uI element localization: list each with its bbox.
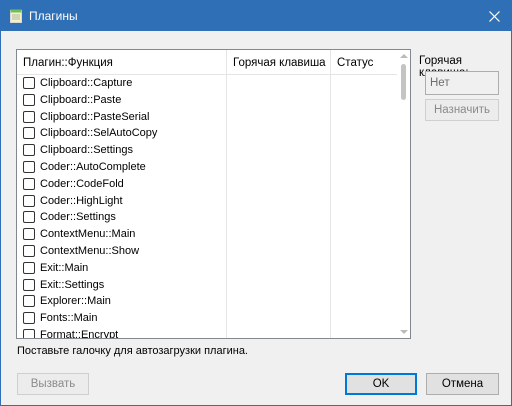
plugin-function-name: Clipboard::Paste xyxy=(40,93,122,106)
autoload-checkbox[interactable] xyxy=(23,110,35,123)
list-item[interactable]: Coder::CodeFold xyxy=(17,176,397,193)
autoload-checkbox[interactable] xyxy=(23,194,35,207)
list-header: Плагин::Функция Горячая клавиша Статус xyxy=(17,50,397,74)
plugin-function-name: Coder::CodeFold xyxy=(40,177,124,190)
plugin-function-name: ContextMenu::Main xyxy=(40,228,136,241)
cancel-button[interactable]: Отмена xyxy=(426,373,499,395)
column-header-plugin[interactable]: Плагин::Функция xyxy=(17,50,226,74)
list-item[interactable]: Explorer::Main xyxy=(17,293,397,310)
hotkey-field[interactable]: Нет xyxy=(425,71,499,95)
list-item[interactable]: Format::Encrypt xyxy=(17,327,397,339)
dialog-body: Плагин::Функция Горячая клавиша Статус C… xyxy=(1,31,511,405)
scroll-down-icon[interactable] xyxy=(400,330,408,334)
autoload-hint: Поставьте галочку для автозагрузки плаги… xyxy=(17,345,248,357)
notepad-icon xyxy=(10,9,22,23)
plugin-function-name: Explorer::Main xyxy=(40,295,111,308)
column-header-status[interactable]: Статус xyxy=(331,50,397,74)
plugin-function-name: Exit::Settings xyxy=(40,278,105,291)
plugin-function-name: Format::Encrypt xyxy=(40,328,119,339)
autoload-checkbox[interactable] xyxy=(23,295,35,308)
plugin-function-name: Coder::AutoComplete xyxy=(40,160,146,173)
column-header-hotkey[interactable]: Горячая клавиша xyxy=(227,50,330,74)
list-item[interactable]: ContextMenu::Show xyxy=(17,243,397,260)
autoload-checkbox[interactable] xyxy=(23,278,35,291)
autoload-checkbox[interactable] xyxy=(23,211,35,224)
title-bar: Плагины xyxy=(1,1,511,31)
autoload-checkbox[interactable] xyxy=(23,312,35,325)
autoload-checkbox[interactable] xyxy=(23,244,35,257)
vertical-scrollbar[interactable] xyxy=(397,50,410,338)
list-item[interactable]: Coder::HighLight xyxy=(17,193,397,210)
list-item[interactable]: Exit::Main xyxy=(17,260,397,277)
plugin-function-name: Clipboard::Capture xyxy=(40,77,133,89)
list-item[interactable]: Clipboard::Capture xyxy=(17,75,397,92)
plugin-function-name: Clipboard::PasteSerial xyxy=(40,110,150,123)
list-item[interactable]: Coder::Settings xyxy=(17,209,397,226)
autoload-checkbox[interactable] xyxy=(23,160,35,173)
window-title: Плагины xyxy=(29,9,78,23)
plugin-function-name: Coder::Settings xyxy=(40,211,116,224)
call-button[interactable]: Вызвать xyxy=(17,373,89,395)
list-item[interactable]: Coder::AutoComplete xyxy=(17,159,397,176)
list-item[interactable]: Clipboard::SelAutoCopy xyxy=(17,125,397,142)
autoload-checkbox[interactable] xyxy=(23,228,35,241)
list-item[interactable]: Fonts::Main xyxy=(17,310,397,327)
plugins-dialog: Плагины Плагин::Функция Горячая клавиша … xyxy=(0,0,512,406)
list-item[interactable]: Clipboard::Settings xyxy=(17,142,397,159)
close-button[interactable] xyxy=(477,1,511,31)
autoload-checkbox[interactable] xyxy=(23,261,35,274)
plugin-function-name: Exit::Main xyxy=(40,261,89,274)
autoload-checkbox[interactable] xyxy=(23,144,35,157)
plugin-function-name: Fonts::Main xyxy=(40,312,98,325)
list-item[interactable]: Clipboard::PasteSerial xyxy=(17,109,397,126)
plugin-function-name: Clipboard::SelAutoCopy xyxy=(40,127,158,140)
ok-button[interactable]: OK xyxy=(345,373,417,395)
list-rows: Clipboard::CaptureClipboard::PasteClipbo… xyxy=(17,75,397,339)
list-item[interactable]: Clipboard::Paste xyxy=(17,92,397,109)
plugin-function-name: Coder::HighLight xyxy=(40,194,123,207)
autoload-checkbox[interactable] xyxy=(23,177,35,190)
autoload-checkbox[interactable] xyxy=(23,93,35,106)
assign-button[interactable]: Назначить xyxy=(425,99,499,121)
list-item[interactable]: ContextMenu::Main xyxy=(17,226,397,243)
autoload-checkbox[interactable] xyxy=(23,328,35,338)
autoload-checkbox[interactable] xyxy=(23,127,35,140)
scroll-thumb[interactable] xyxy=(401,64,406,100)
plugin-function-name: ContextMenu::Show xyxy=(40,244,140,257)
plugin-function-name: Clipboard::Settings xyxy=(40,144,133,157)
close-icon xyxy=(488,10,500,22)
plugin-list[interactable]: Плагин::Функция Горячая клавиша Статус C… xyxy=(16,49,411,339)
scroll-up-icon[interactable] xyxy=(400,54,408,58)
list-item[interactable]: Exit::Settings xyxy=(17,277,397,294)
autoload-checkbox[interactable] xyxy=(23,77,35,89)
